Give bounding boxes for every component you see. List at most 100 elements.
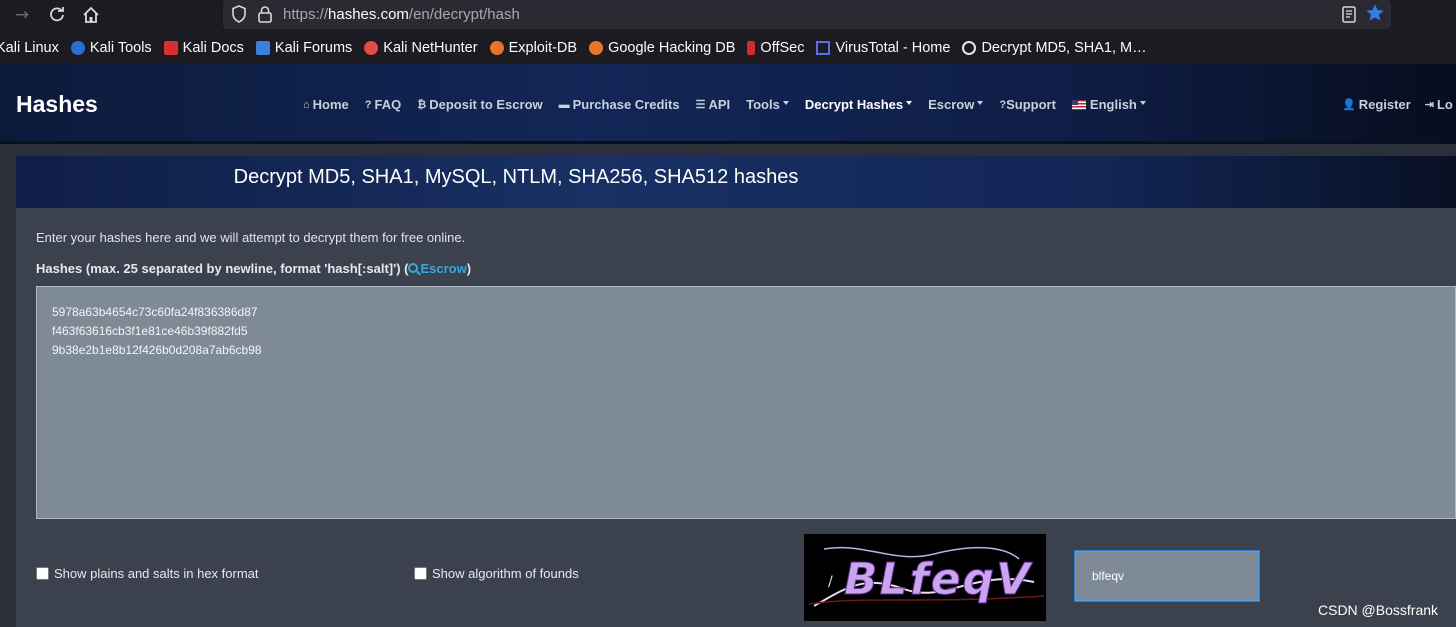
bookmark-decrypt-hashes[interactable]: Decrypt MD5, SHA1, M… — [962, 40, 1147, 56]
url-host: hashes.com — [328, 6, 409, 23]
menu-support-label: Support — [1006, 97, 1056, 112]
bookmark-label: Google Hacking DB — [608, 40, 736, 56]
question-icon: ? — [364, 98, 372, 111]
offsec-icon — [747, 41, 756, 55]
us-flag-icon — [1071, 99, 1086, 110]
forward-icon[interactable]: → — [10, 4, 34, 26]
bookmark-virustotal[interactable]: VirusTotal - Home — [816, 40, 950, 56]
menu-escrow[interactable]: Escrow — [928, 97, 984, 112]
menu-decrypt-hashes[interactable]: Decrypt Hashes — [804, 97, 913, 112]
nethunter-icon — [364, 41, 379, 55]
menu-api[interactable]: ☰ API — [696, 97, 731, 112]
menu-register[interactable]: 👤 Register — [1342, 97, 1411, 112]
bookmark-kali-forums[interactable]: Kali Forums — [255, 40, 353, 56]
caret-down-icon — [1139, 100, 1146, 105]
page-title: Decrypt MD5, SHA1, MySQL, NTLM, SHA256, … — [233, 166, 799, 188]
menu-register-label: Register — [1358, 97, 1411, 112]
menu-home-label: Home — [312, 97, 349, 112]
url-path: /en/decrypt/hash — [408, 6, 520, 23]
caret-down-icon — [977, 100, 984, 105]
bookmarks-bar: Kali Linux Kali Tools Kali Docs Kali For… — [0, 33, 1456, 63]
bookmark-star-icon[interactable] — [1365, 3, 1385, 23]
user-plus-icon: 👤 — [1342, 99, 1356, 111]
server-icon: ☰ — [695, 99, 706, 111]
watermark: CSDN @Bossfrank — [1318, 602, 1439, 618]
url-scheme: https:// — [283, 6, 329, 23]
menu-support[interactable]: ? Support — [999, 97, 1056, 112]
bookmark-kali-tools[interactable]: Kali Tools — [70, 40, 152, 56]
menu-language[interactable]: English — [1071, 97, 1146, 112]
menu-escrow-label: Escrow — [928, 97, 975, 112]
menu-deposit[interactable]: ₿ Deposit to Escrow — [417, 97, 542, 112]
reader-view-icon[interactable] — [1341, 6, 1357, 23]
menu-tools-label: Tools — [746, 97, 780, 112]
menu-faq[interactable]: ? FAQ — [365, 97, 401, 112]
hashes-label-end: ) — [466, 261, 472, 276]
kali-tools-icon — [70, 41, 85, 55]
bookmark-kali-nethunter[interactable]: Kali NetHunter — [364, 40, 478, 56]
url-text[interactable]: https://hashes.com/en/decrypt/hash — [283, 6, 520, 23]
hashes-textarea[interactable]: 5978a63b4654c73c60fa24f836386d87 f463f63… — [36, 286, 1456, 519]
hex-format-checkbox[interactable] — [36, 567, 49, 580]
site-brand[interactable]: Hashes — [16, 91, 98, 118]
ghdb-icon — [589, 41, 604, 55]
menu-api-label: API — [708, 97, 731, 112]
bookmark-offsec[interactable]: OffSec — [747, 40, 804, 56]
hashes-label: Hashes (max. 25 separated by newline, fo… — [36, 261, 471, 276]
main-menu: ⌂ Home ? FAQ ₿ Deposit to Escrow ▬ Purchase … — [303, 97, 1162, 112]
kali-docs-icon — [163, 41, 178, 55]
bookmark-label: VirusTotal - Home — [835, 40, 951, 56]
bookmark-label: Kali NetHunter — [383, 40, 478, 56]
bookmark-label: Kali Tools — [89, 40, 152, 56]
cart-icon: ▬ — [558, 98, 570, 111]
site-page: Hashes ⌂ Home ? FAQ ₿ Deposit to Escrow ▬ Pu… — [0, 64, 1456, 627]
card-header: Decrypt MD5, SHA1, MySQL, NTLM, SHA256, … — [16, 156, 1456, 208]
home-icon[interactable] — [79, 4, 103, 26]
tracking-shield-icon[interactable] — [231, 5, 247, 23]
caret-down-icon — [906, 100, 913, 105]
algorithm-option[interactable]: Show algorithm of founds — [414, 566, 579, 581]
site-header: Hashes ⌂ Home ? FAQ ₿ Deposit to Escrow ▬ Pu… — [0, 64, 1456, 144]
menu-tools[interactable]: Tools — [746, 97, 789, 112]
menu-login-label: Lo — [1436, 97, 1453, 112]
bookmark-exploit-db[interactable]: Exploit-DB — [489, 40, 578, 56]
escrow-link[interactable]: Escrow — [408, 261, 467, 276]
bookmark-kali-linux[interactable]: Kali Linux — [0, 40, 59, 56]
menu-faq-label: FAQ — [374, 97, 402, 112]
hex-format-label: Show plains and salts in hex format — [54, 566, 259, 581]
menu-login[interactable]: ⇥ Lo — [1425, 97, 1453, 112]
menu-home[interactable]: ⌂ Home — [303, 97, 349, 112]
bookmark-ghdb[interactable]: Google Hacking DB — [589, 40, 735, 56]
menu-decrypt-label: Decrypt Hashes — [804, 97, 904, 112]
menu-purchase[interactable]: ▬ Purchase Credits — [559, 97, 680, 112]
svg-text:/: / — [828, 574, 833, 590]
search-icon — [408, 263, 419, 273]
bookmark-label: Kali Linux — [0, 40, 59, 56]
url-bar[interactable]: https://hashes.com/en/decrypt/hash — [223, 0, 1391, 29]
bitcoin-icon: ₿ — [417, 98, 427, 111]
reload-icon[interactable] — [45, 4, 69, 26]
kali-forums-icon — [255, 41, 270, 55]
question-icon: ? — [999, 98, 1007, 111]
home-icon: ⌂ — [303, 98, 310, 111]
auth-menu: 👤 Register ⇥ Lo — [1342, 97, 1456, 112]
captcha-input[interactable]: blfeqv — [1075, 551, 1259, 601]
menu-language-label: English — [1089, 97, 1137, 112]
algorithm-label: Show algorithm of founds — [432, 566, 579, 581]
browser-toolbar: → https://hashes.com/en/decrypt/hash — [0, 0, 1456, 30]
captcha-text: BLfeqV — [844, 554, 1033, 605]
decrypt-card: Decrypt MD5, SHA1, MySQL, NTLM, SHA256, … — [16, 156, 1456, 627]
virustotal-icon — [816, 41, 831, 55]
exploit-db-icon — [489, 41, 504, 55]
bookmark-label: Kali Docs — [182, 40, 244, 56]
bookmark-label: Kali Forums — [274, 40, 353, 56]
bookmark-kali-docs[interactable]: Kali Docs — [163, 40, 244, 56]
bookmark-label: Exploit-DB — [508, 40, 578, 56]
hex-format-option[interactable]: Show plains and salts in hex format — [36, 566, 259, 581]
caret-down-icon — [782, 100, 789, 105]
hashes-label-text: Hashes (max. 25 separated by newline, fo… — [36, 261, 409, 276]
menu-purchase-label: Purchase Credits — [572, 97, 680, 112]
menu-deposit-label: Deposit to Escrow — [429, 97, 543, 112]
algorithm-checkbox[interactable] — [414, 567, 427, 580]
lock-icon[interactable] — [257, 5, 273, 23]
